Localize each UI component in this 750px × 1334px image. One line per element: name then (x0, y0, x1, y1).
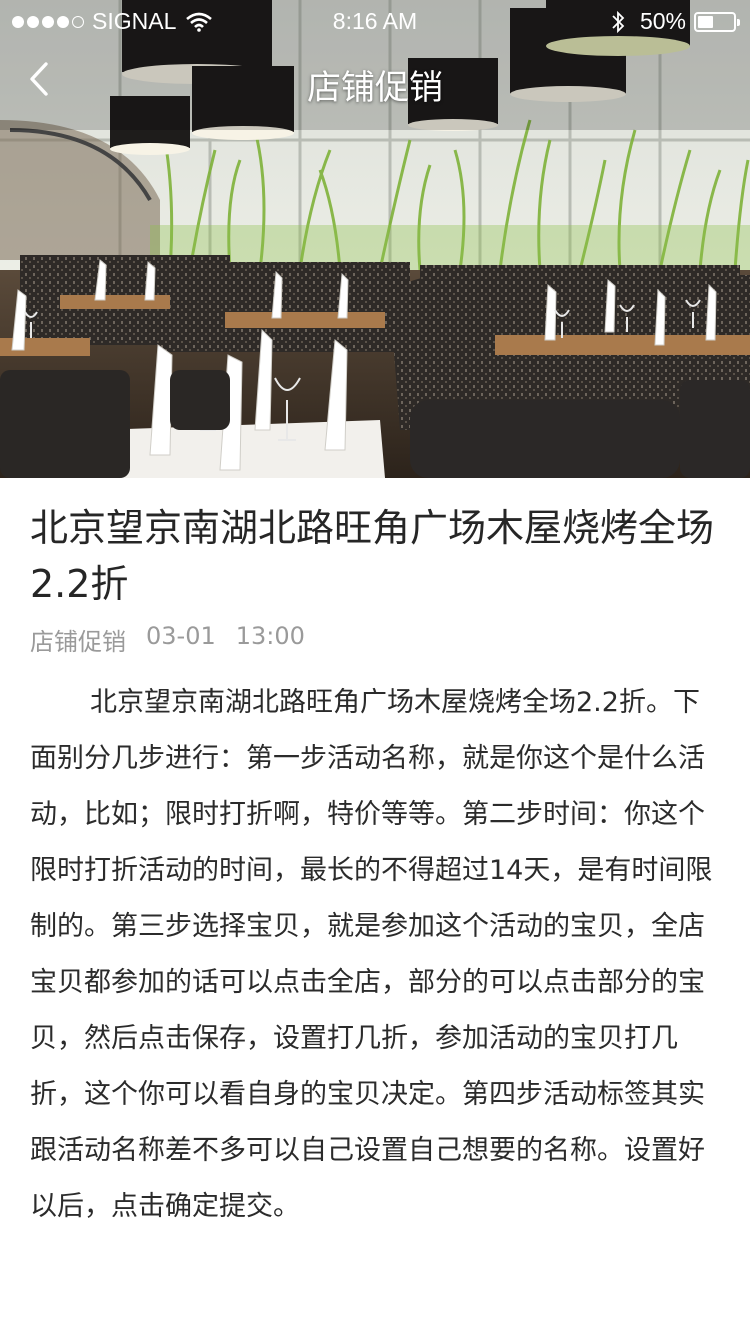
navigation-bar: 店铺促销 (0, 42, 750, 118)
article-meta: 店铺促销 03-01 13:00 (30, 622, 720, 657)
article-category: 店铺促销 (30, 628, 126, 656)
article-date: 03-01 (146, 622, 216, 650)
article-body: 北京望京南湖北路旺角广场木屋烧烤全场2.2折。下面别分几步进行：第一步活动名称，… (30, 687, 713, 1222)
status-bar-right: 50% (610, 8, 740, 35)
nav-title: 店铺促销 (307, 68, 443, 108)
status-bar: SIGNAL 8:16 AM 50% (0, 0, 750, 42)
article-title: 北京望京南湖北路旺角广场木屋烧烤全场2.2折 (30, 506, 715, 606)
article: 北京望京南湖北路旺角广场木屋烧烤全场2.2折 店铺促销 03-01 13:00 … (30, 500, 720, 1262)
bluetooth-icon (612, 10, 625, 33)
battery-fill (698, 15, 713, 28)
battery-percent: 50% (639, 8, 686, 34)
article-time: 13:00 (235, 622, 305, 650)
battery-icon (694, 11, 740, 32)
